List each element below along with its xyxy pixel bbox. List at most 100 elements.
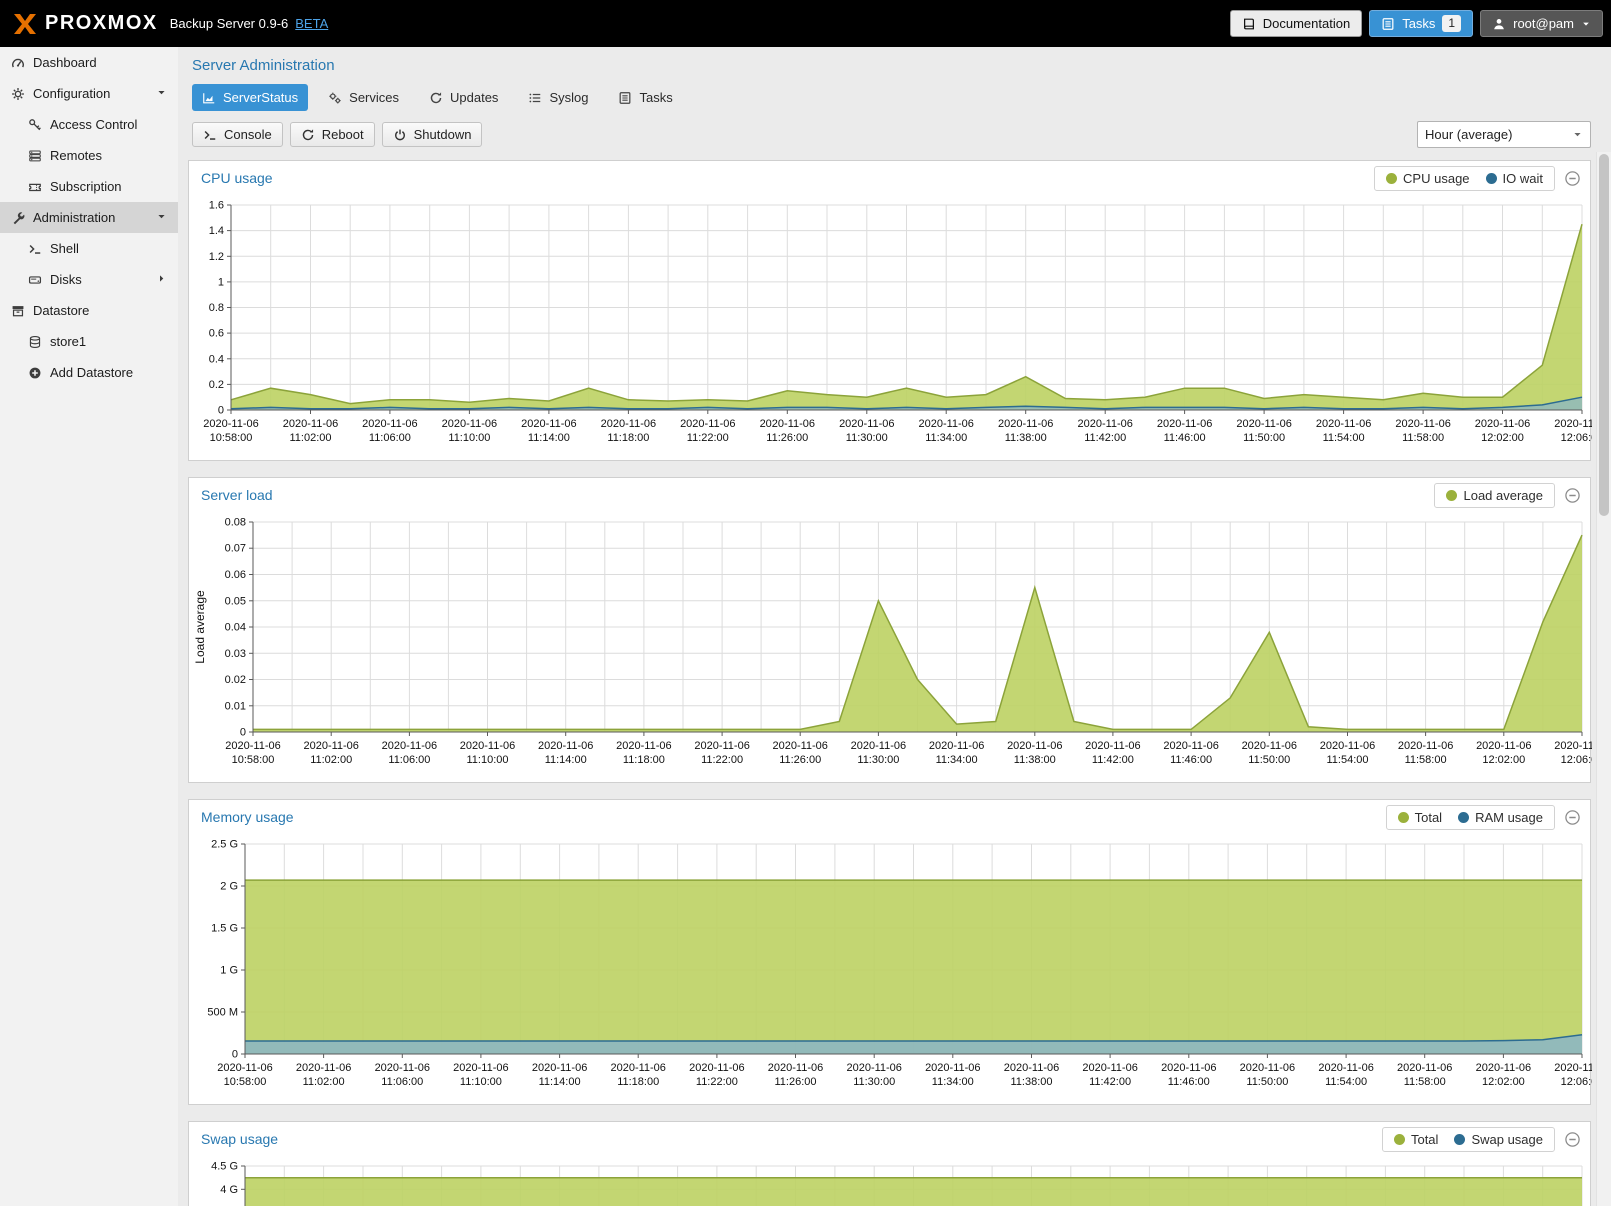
user-menu-button[interactable]: root@pam: [1480, 10, 1603, 37]
tab-serverstatus[interactable]: ServerStatus: [192, 84, 308, 111]
chevron-down-icon: [1572, 129, 1583, 140]
sidebar-item-configuration[interactable]: Configuration: [0, 78, 178, 109]
legend-item: RAM usage: [1458, 810, 1543, 825]
chart-legend: Total RAM usage: [1386, 805, 1555, 830]
svg-text:2020-11-06: 2020-11-06: [839, 418, 894, 430]
svg-text:0.6: 0.6: [209, 328, 224, 340]
sidebar-item-administration[interactable]: Administration: [0, 202, 178, 233]
svg-text:0.08: 0.08: [225, 517, 246, 529]
sidebar-item-label: Configuration: [33, 86, 110, 101]
tab-updates[interactable]: Updates: [419, 84, 508, 111]
svg-text:12:02:00: 12:02:00: [1481, 432, 1524, 444]
sidebar-item-label: Add Datastore: [50, 365, 133, 380]
legend-item: Swap usage: [1454, 1132, 1543, 1147]
svg-text:11:50:00: 11:50:00: [1248, 754, 1290, 766]
shutdown-button[interactable]: Shutdown: [382, 122, 483, 147]
sidebar-item-add-datastore[interactable]: Add Datastore: [0, 357, 178, 388]
svg-text:11:54:00: 11:54:00: [1323, 432, 1365, 444]
tasks-button[interactable]: Tasks 1: [1369, 10, 1473, 37]
reboot-button[interactable]: Reboot: [290, 122, 375, 147]
user-icon: [1492, 17, 1506, 31]
panel-header: Swap usage Total Swap usage: [189, 1122, 1590, 1156]
svg-text:2020-11-06: 2020-11-06: [1554, 1062, 1592, 1074]
ticket-icon: [27, 180, 43, 194]
svg-text:11:34:00: 11:34:00: [932, 1076, 974, 1088]
sidebar-item-store1[interactable]: store1: [0, 326, 178, 357]
svg-text:0.03: 0.03: [225, 648, 246, 660]
sidebar-item-remotes[interactable]: Remotes: [0, 140, 178, 171]
sidebar-item-disks[interactable]: Disks: [0, 264, 178, 295]
chevron-right-icon[interactable]: [153, 273, 169, 284]
svg-text:2020-11-06: 2020-11-06: [538, 740, 593, 752]
svg-text:2020-11-06: 2020-11-06: [851, 740, 906, 752]
svg-text:2020-11-06: 2020-11-06: [616, 740, 671, 752]
svg-text:2020-11-06: 2020-11-06: [1157, 418, 1212, 430]
svg-text:2020-11-06: 2020-11-06: [442, 418, 497, 430]
svg-text:0: 0: [218, 405, 224, 417]
chevron-down-icon[interactable]: [153, 87, 169, 98]
svg-text:11:26:00: 11:26:00: [774, 1076, 816, 1088]
sidebar-item-label: Datastore: [33, 303, 89, 318]
svg-text:2020-11-06: 2020-11-06: [694, 740, 749, 752]
sidebar-item-label: Disks: [50, 272, 82, 287]
sidebar-item-label: store1: [50, 334, 86, 349]
tab-services[interactable]: Services: [318, 84, 409, 111]
svg-text:2020-11-06: 2020-11-06: [296, 1062, 351, 1074]
svg-text:0.8: 0.8: [209, 302, 224, 314]
documentation-button[interactable]: Documentation: [1230, 10, 1362, 37]
vertical-scrollbar[interactable]: [1596, 152, 1611, 1206]
sidebar-item-shell[interactable]: Shell: [0, 233, 178, 264]
beta-link[interactable]: BETA: [295, 16, 328, 31]
memory-usage-chart: 0500 M1 G1.5 G2 G2.5 G2020-11-0610:58:00…: [189, 834, 1590, 1104]
panel-title: Server load: [198, 487, 1434, 503]
legend-label: Total: [1415, 810, 1442, 825]
time-range-select[interactable]: Hour (average): [1417, 121, 1591, 148]
svg-text:11:58:00: 11:58:00: [1402, 432, 1444, 444]
legend-dot-icon: [1454, 1134, 1465, 1145]
svg-text:12:06:00: 12:06:00: [1561, 432, 1592, 444]
collapse-panel-button[interactable]: [1564, 487, 1581, 504]
sidebar-item-access-control[interactable]: Access Control: [0, 109, 178, 140]
sidebar-item-dashboard[interactable]: Dashboard: [0, 47, 178, 78]
legend-label: Total: [1411, 1132, 1438, 1147]
svg-text:10:58:00: 10:58:00: [232, 754, 275, 766]
shutdown-label: Shutdown: [414, 127, 472, 142]
sidebar-item-subscription[interactable]: Subscription: [0, 171, 178, 202]
tasks-icon: [618, 91, 632, 105]
cpu-usage-chart: 00.20.40.60.811.21.41.62020-11-0610:58:0…: [189, 195, 1590, 460]
legend-label: Swap usage: [1471, 1132, 1543, 1147]
console-button[interactable]: Console: [192, 122, 283, 147]
tab-tasks[interactable]: Tasks: [608, 84, 682, 111]
brand-text: PROXMOX: [45, 12, 158, 35]
svg-text:2020-11-06: 2020-11-06: [1320, 740, 1375, 752]
legend-dot-icon: [1458, 812, 1469, 823]
top-bar: PROXMOX Backup Server 0.9-6 BETA Documen…: [0, 0, 1611, 47]
chevron-down-icon[interactable]: [153, 211, 169, 222]
svg-text:11:42:00: 11:42:00: [1092, 754, 1134, 766]
svg-text:2020-11-06: 2020-11-06: [1318, 1062, 1373, 1074]
legend-label: IO wait: [1503, 171, 1543, 186]
svg-text:2020-11-06: 2020-11-06: [689, 1062, 744, 1074]
svg-text:2020-11-06: 2020-11-06: [460, 740, 515, 752]
svg-text:2020-11-06: 2020-11-06: [1395, 418, 1450, 430]
svg-text:12:02:00: 12:02:00: [1482, 754, 1525, 766]
legend-dot-icon: [1486, 173, 1497, 184]
svg-text:0.06: 0.06: [225, 569, 246, 581]
svg-text:1 G: 1 G: [220, 965, 238, 977]
sidebar-item-datastore[interactable]: Datastore: [0, 295, 178, 326]
gears-icon: [328, 91, 342, 105]
svg-text:2020-11-06: 2020-11-06: [375, 1062, 430, 1074]
tab-syslog[interactable]: Syslog: [518, 84, 598, 111]
svg-text:0.04: 0.04: [225, 622, 246, 634]
tab-bar: ServerStatus Services Updates Syslog Tas…: [192, 84, 1591, 111]
svg-text:11:50:00: 11:50:00: [1243, 432, 1285, 444]
collapse-panel-button[interactable]: [1564, 170, 1581, 187]
legend-dot-icon: [1394, 1134, 1405, 1145]
collapse-panel-button[interactable]: [1564, 809, 1581, 826]
tab-label: ServerStatus: [223, 90, 298, 105]
collapse-panel-button[interactable]: [1564, 1131, 1581, 1148]
svg-text:2020-11-06: 2020-11-06: [1554, 740, 1592, 752]
scrollbar-thumb[interactable]: [1599, 154, 1609, 516]
svg-text:11:30:00: 11:30:00: [857, 754, 899, 766]
svg-text:500 M: 500 M: [207, 1007, 238, 1019]
